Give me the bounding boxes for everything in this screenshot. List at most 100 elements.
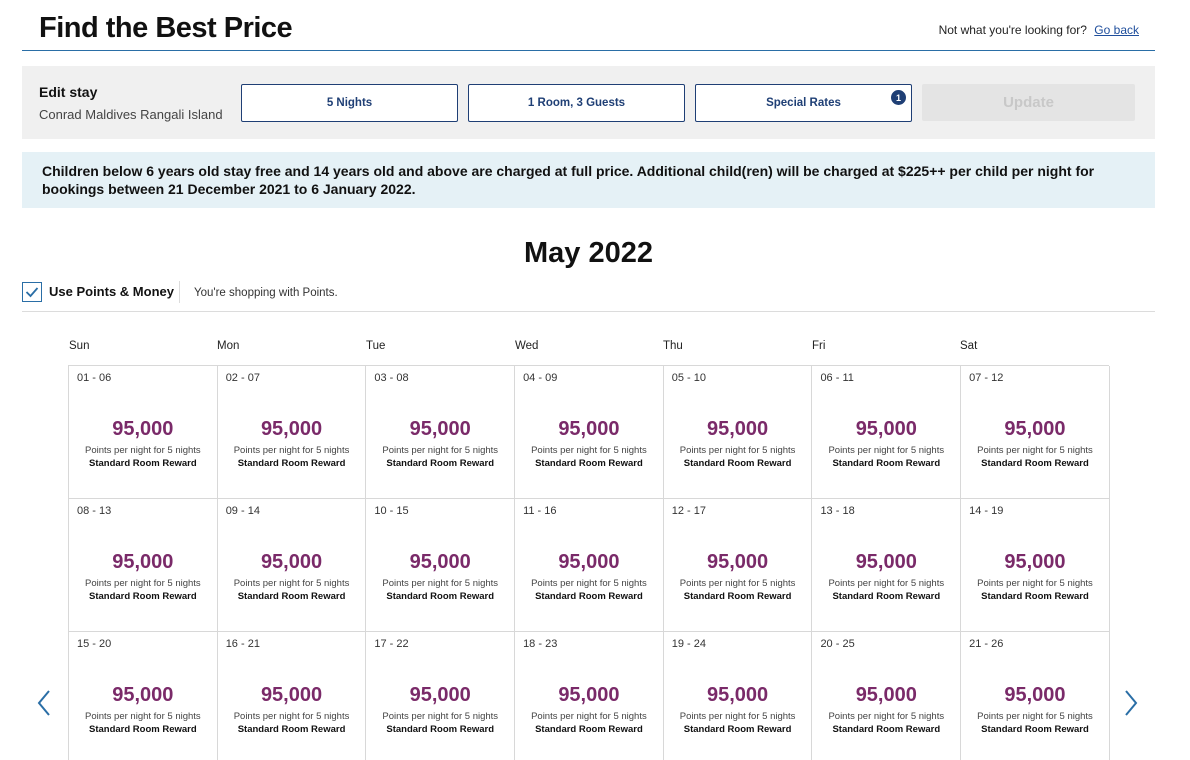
cell-date-range: 01 - 06	[77, 372, 112, 384]
cell-points-note: Points per night for 5 nights	[828, 445, 945, 456]
cell-points-note: Points per night for 5 nights	[679, 578, 796, 589]
calendar-day-cell[interactable]: 06 - 11 95,000 Points per night for 5 nigh…	[812, 366, 962, 499]
shopping-points-note: You're shopping with Points.	[194, 287, 338, 299]
cell-date-range: 12 - 17	[671, 505, 706, 517]
calendar-day-cell[interactable]: 05 - 10 95,000 Points per night for 5 nigh…	[663, 366, 813, 499]
cell-room-type: Standard Room Reward	[981, 591, 1089, 602]
cell-date-range: 17 - 22	[374, 638, 409, 650]
calendar-day-cell[interactable]: 17 - 22 95,000 Points per night for 5 nigh…	[366, 632, 516, 760]
cell-points-price: 95,000	[260, 684, 323, 706]
calendar-day-cell[interactable]: 01 - 06 95,000 Points per night for 5 nigh…	[69, 366, 218, 499]
cell-room-type: Standard Room Reward	[535, 591, 643, 602]
cell-points-price: 95,000	[1004, 684, 1066, 706]
calendar-day-cell[interactable]: 14 - 19 95,000 Points per night for 5 nigh…	[961, 499, 1110, 632]
cell-points-note: Points per night for 5 nights	[382, 711, 499, 722]
calendar-day-cell[interactable]: 21 - 26 95,000 Points per night for 5 nigh…	[961, 632, 1110, 760]
calendar-day-cell[interactable]: 08 - 13 95,000 Points per night for 5 nigh…	[69, 499, 218, 632]
cell-points-price: 95,000	[707, 684, 769, 706]
cell-room-type: Standard Room Reward	[386, 724, 495, 735]
calendar-day-cell[interactable]: 12 - 17 95,000 Points per night for 5 nigh…	[663, 499, 813, 632]
cell-points-note: Points per night for 5 nights	[85, 578, 201, 589]
cell-points-price: 95,000	[112, 551, 174, 573]
cell-date-range: 07 - 12	[969, 372, 1004, 384]
go-back-link[interactable]: Go back	[1094, 23, 1139, 37]
cell-points-price: 95,000	[558, 684, 620, 706]
cell-room-type: Standard Room Reward	[386, 458, 495, 469]
cell-date-range: 14 - 19	[969, 505, 1004, 517]
cell-points-price: 95,000	[707, 551, 769, 573]
cell-points-price: 95,000	[409, 684, 471, 706]
cell-date-range: 11 - 16	[523, 505, 557, 517]
cell-points-price: 95,000	[855, 418, 917, 440]
use-points-checkbox[interactable]	[22, 282, 42, 302]
cell-date-range: 16 - 21	[225, 638, 260, 650]
cell-points-note: Points per night for 5 nights	[382, 445, 499, 456]
calendar-month-title: May 2022	[524, 237, 653, 269]
calendar-day-cell[interactable]: 04 - 09 95,000 Points per night for 5 nigh…	[515, 366, 664, 499]
cell-date-range: 18 - 23	[523, 638, 558, 650]
nights-button[interactable]: 5 Nights	[241, 84, 458, 122]
points-toggle-row: Use Points & Money You're shopping with …	[22, 281, 1155, 312]
weekday-thu: Thu	[663, 340, 683, 352]
calendar-day-cell[interactable]: 20 - 25 95,000 Points per night for 5 nigh…	[812, 632, 962, 760]
calendar-day-cell[interactable]: 11 - 16 95,000 Points per night for 5 nigh…	[515, 499, 664, 632]
cell-date-range: 13 - 18	[820, 505, 855, 517]
cell-date-range: 15 - 20	[77, 638, 112, 650]
cell-date-range: 21 - 26	[969, 638, 1004, 650]
update-button[interactable]: Update	[922, 84, 1135, 121]
cell-points-note: Points per night for 5 nights	[977, 578, 1093, 589]
calendar-day-cell[interactable]: 16 - 21 95,000 Points per night for 5 nigh…	[217, 632, 367, 760]
calendar-day-cell[interactable]: 15 - 20 95,000 Points per night for 5 nigh…	[69, 632, 218, 760]
cell-points-note: Points per night for 5 nights	[382, 578, 499, 589]
cell-points-price: 95,000	[409, 551, 471, 573]
cell-points-note: Points per night for 5 nights	[828, 711, 945, 722]
special-rates-label: Special Rates	[766, 97, 841, 109]
cell-points-note: Points per night for 5 nights	[977, 445, 1093, 456]
cell-date-range: 09 - 14	[225, 505, 260, 517]
page-header: Find the Best Price Not what you're look…	[22, 0, 1155, 51]
cell-room-type: Standard Room Reward	[683, 458, 792, 469]
calendar-grid: 01 - 06 95,000 Points per night for 5 nigh…	[68, 365, 1110, 760]
weekday-fri: Fri	[812, 340, 826, 352]
calendar-day-cell[interactable]: 19 - 24 95,000 Points per night for 5 nigh…	[663, 632, 813, 760]
chevron-right-icon	[1125, 690, 1138, 716]
use-points-label[interactable]: Use Points & Money	[49, 284, 174, 299]
cell-points-note: Points per night for 5 nights	[233, 711, 350, 722]
cell-points-price: 95,000	[558, 551, 620, 573]
chevron-left-icon	[37, 690, 50, 716]
calendar-day-cell[interactable]: 07 - 12 95,000 Points per night for 5 nigh…	[961, 366, 1110, 499]
cell-points-note: Points per night for 5 nights	[531, 711, 647, 722]
cell-room-type: Standard Room Reward	[89, 458, 197, 469]
cell-date-range: 06 - 11	[820, 372, 854, 384]
calendar-day-cell[interactable]: 13 - 18 95,000 Points per night for 5 nigh…	[812, 499, 962, 632]
prev-month-button[interactable]	[36, 689, 52, 717]
next-month-button[interactable]	[1123, 689, 1139, 717]
special-rates-button[interactable]: Special Rates 1	[695, 84, 912, 122]
calendar-day-cell[interactable]: 03 - 08 95,000 Points per night for 5 nigh…	[366, 366, 516, 499]
cell-room-type: Standard Room Reward	[832, 591, 941, 602]
edit-stay-title: Edit stay	[39, 84, 98, 100]
cell-points-note: Points per night for 5 nights	[531, 445, 647, 456]
hotel-name: Conrad Maldives Rangali Island	[39, 107, 223, 122]
checkmark-icon	[25, 287, 39, 298]
cell-points-price: 95,000	[112, 418, 174, 440]
special-rates-badge: 1	[891, 90, 906, 105]
calendar-day-cell[interactable]: 02 - 07 95,000 Points per night for 5 nigh…	[217, 366, 367, 499]
cell-room-type: Standard Room Reward	[981, 458, 1089, 469]
cell-room-type: Standard Room Reward	[832, 724, 941, 735]
cell-points-price: 95,000	[409, 418, 471, 440]
cell-points-price: 95,000	[260, 551, 323, 573]
cell-room-type: Standard Room Reward	[237, 724, 346, 735]
cell-date-range: 10 - 15	[374, 505, 409, 517]
cell-points-price: 95,000	[112, 684, 174, 706]
rooms-guests-button[interactable]: 1 Room, 3 Guests	[468, 84, 685, 122]
cell-date-range: 05 - 10	[671, 372, 706, 384]
cell-room-type: Standard Room Reward	[535, 458, 643, 469]
children-policy-notice: Children below 6 years old stay free and…	[22, 152, 1155, 208]
cell-points-price: 95,000	[558, 418, 620, 440]
calendar-day-cell[interactable]: 10 - 15 95,000 Points per night for 5 nigh…	[366, 499, 516, 632]
cell-date-range: 19 - 24	[671, 638, 706, 650]
calendar-day-cell[interactable]: 18 - 23 95,000 Points per night for 5 nigh…	[515, 632, 664, 760]
cell-points-note: Points per night for 5 nights	[679, 711, 796, 722]
calendar-day-cell[interactable]: 09 - 14 95,000 Points per night for 5 nigh…	[217, 499, 367, 632]
